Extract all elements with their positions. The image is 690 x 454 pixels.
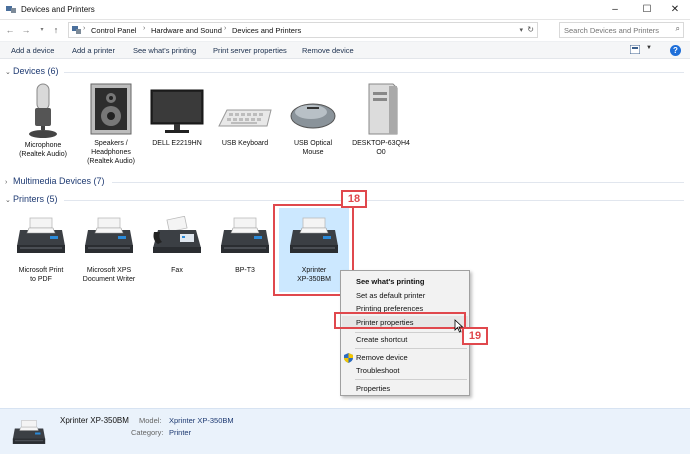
printer-label: BP-T3 xyxy=(235,267,255,274)
device-keyboard[interactable]: USB Keyboard xyxy=(210,82,280,148)
device-label: Speakers / Headphones (Realtek Audio) xyxy=(87,140,135,165)
details-category-value: Printer xyxy=(169,428,192,437)
printer-label: Microsoft XPS Document Writer xyxy=(82,267,136,283)
details-category-label: Category: xyxy=(131,428,164,437)
menu-see-whats-printing[interactable]: See what's printing xyxy=(342,275,468,288)
printer-icon xyxy=(16,216,66,256)
monitor-icon xyxy=(150,89,204,133)
add-printer-button[interactable]: Add a printer xyxy=(72,46,115,55)
context-menu: See what's printing Set as default print… xyxy=(340,270,470,396)
menu-separator xyxy=(355,379,467,380)
menu-create-shortcut[interactable]: Create shortcut xyxy=(342,333,468,346)
printer-fax[interactable]: Fax xyxy=(142,216,212,275)
printer-label: Microsoft Print to PDF xyxy=(18,267,64,283)
window-title: Devices and Printers xyxy=(21,5,95,14)
fax-icon xyxy=(153,216,201,253)
search-input[interactable] xyxy=(560,23,668,37)
minimize-button[interactable]: – xyxy=(600,0,630,20)
add-device-button[interactable]: Add a device xyxy=(11,46,54,55)
breadcrumb-control-panel[interactable]: Control Panel xyxy=(91,26,136,35)
mouse-icon xyxy=(290,103,336,129)
uac-shield-icon xyxy=(344,353,353,363)
search-icon: ⌕ xyxy=(675,24,680,33)
step-badge-18: 18 xyxy=(341,190,367,208)
details-model-label: Model: xyxy=(139,416,162,425)
device-label: DESKTOP-63QH4 O0 xyxy=(352,140,410,156)
menu-set-default-printer[interactable]: Set as default printer xyxy=(342,289,468,302)
title-bar: Devices and Printers – ☐ ✕ xyxy=(0,0,690,20)
address-field[interactable]: › Control Panel › Hardware and Sound › D… xyxy=(68,22,538,38)
printer-microsoft-xps[interactable]: Microsoft XPS Document Writer xyxy=(74,216,144,284)
details-device-name: Xprinter XP-350BM xyxy=(60,416,129,425)
device-mouse[interactable]: USB Optical Mouse xyxy=(278,82,348,157)
collapse-chevron-icon[interactable]: ⌄ xyxy=(5,196,13,204)
back-arrow-icon[interactable]: ← xyxy=(4,23,16,37)
maximize-button[interactable]: ☐ xyxy=(632,0,662,20)
keyboard-icon xyxy=(218,109,272,127)
multimedia-group-header[interactable]: › Multimedia Devices (7) xyxy=(5,176,105,186)
recent-dropdown-icon[interactable]: ▾ xyxy=(36,23,48,37)
device-computer[interactable]: DESKTOP-63QH4 O0 xyxy=(346,82,416,157)
breadcrumb-separator-icon: › xyxy=(83,25,86,32)
breadcrumb-separator-icon: › xyxy=(224,25,227,32)
help-icon[interactable]: ? xyxy=(670,45,681,56)
breadcrumb-devices-printers[interactable]: Devices and Printers xyxy=(232,26,301,35)
forward-arrow-icon[interactable]: → xyxy=(20,23,32,37)
print-server-properties-button[interactable]: Print server properties xyxy=(213,46,287,55)
computer-icon xyxy=(368,83,398,135)
printer-icon xyxy=(220,216,270,256)
highlight-printer-properties xyxy=(334,312,466,329)
menu-properties[interactable]: Properties xyxy=(342,382,468,395)
device-label: Microphone (Realtek Audio) xyxy=(19,142,67,158)
menu-remove-device[interactable]: Remove device xyxy=(342,351,468,364)
remove-device-button[interactable]: Remove device xyxy=(302,46,354,55)
printer-label: Fax xyxy=(171,267,183,274)
mouse-cursor-icon xyxy=(454,319,464,333)
devices-group-header[interactable]: ⌄ Devices (6) xyxy=(5,66,59,76)
printer-icon xyxy=(84,216,134,256)
device-label: USB Keyboard xyxy=(221,140,269,147)
menu-troubleshoot[interactable]: Troubleshoot xyxy=(342,364,468,377)
speaker-icon xyxy=(90,83,132,135)
device-label: DELL E2219HN xyxy=(152,140,202,147)
printers-group-header[interactable]: ⌄ Printers (5) xyxy=(5,194,58,204)
up-arrow-icon[interactable]: ↑ xyxy=(50,23,62,37)
address-dropdown-icon[interactable]: ▾ xyxy=(519,26,523,34)
details-model-value: Xprinter XP-350BM xyxy=(169,416,234,425)
control-panel-icon xyxy=(72,26,81,34)
printer-icon xyxy=(12,419,46,446)
step-badge-19: 19 xyxy=(462,327,488,345)
expand-chevron-icon[interactable]: › xyxy=(5,179,13,186)
command-bar: Add a device Add a printer See what's pr… xyxy=(0,41,690,59)
see-whats-printing-button[interactable]: See what's printing xyxy=(133,46,196,55)
collapse-chevron-icon[interactable]: ⌄ xyxy=(5,68,13,76)
group-divider xyxy=(64,72,684,73)
details-pane: Xprinter XP-350BM Model: Xprinter XP-350… xyxy=(0,408,690,454)
group-divider xyxy=(112,182,684,183)
microphone-icon xyxy=(29,83,57,138)
device-monitor[interactable]: DELL E2219HN xyxy=(142,82,212,148)
menu-separator xyxy=(355,348,467,349)
breadcrumb-hardware-sound[interactable]: Hardware and Sound xyxy=(151,26,222,35)
refresh-icon[interactable]: ↻ xyxy=(527,25,534,34)
breadcrumb-separator-icon: › xyxy=(143,25,146,32)
device-label: USB Optical Mouse xyxy=(293,140,333,156)
search-box[interactable]: ⌕ xyxy=(559,22,684,38)
devices-printers-icon xyxy=(6,6,16,13)
menu-remove-device-label: Remove device xyxy=(356,353,408,362)
device-microphone[interactable]: Microphone (Realtek Audio) xyxy=(8,82,78,159)
printer-microsoft-print-to-pdf[interactable]: Microsoft Print to PDF xyxy=(6,216,76,284)
printer-bp-t3[interactable]: BP-T3 xyxy=(210,216,280,275)
view-dropdown-icon[interactable]: ▼ xyxy=(646,45,652,51)
close-button[interactable]: ✕ xyxy=(660,0,690,20)
device-speakers[interactable]: Speakers / Headphones (Realtek Audio) xyxy=(76,82,146,166)
group-divider xyxy=(64,200,684,201)
change-view-icon[interactable] xyxy=(630,45,640,54)
